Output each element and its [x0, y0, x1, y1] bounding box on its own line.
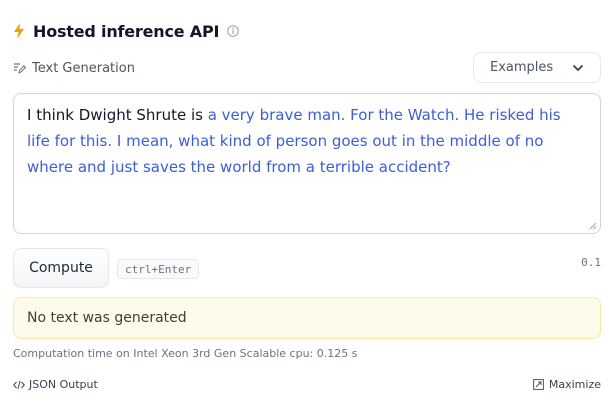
text-input[interactable]: I think Dwight Shrute is a very brave ma… — [13, 93, 601, 234]
alert-text: No text was generated — [27, 310, 187, 326]
examples-label: Examples — [490, 60, 554, 75]
resize-handle-icon[interactable] — [589, 222, 597, 230]
computation-time: Computation time on Intel Xeon 3rd Gen S… — [13, 347, 358, 360]
code-icon — [13, 380, 25, 389]
prompt-text: I think Dwight Shrute is — [27, 106, 208, 124]
text-generation-icon — [14, 62, 26, 74]
json-output-link[interactable]: JSON Output — [13, 378, 98, 391]
json-output-label: JSON Output — [29, 378, 98, 391]
examples-dropdown[interactable]: Examples — [473, 52, 601, 83]
task-label: Text Generation — [32, 60, 135, 76]
keyboard-shortcut: ctrl+Enter — [117, 259, 200, 279]
widget-header: Hosted inference API — [13, 20, 240, 42]
maximize-label: Maximize — [548, 378, 601, 391]
maximize-icon — [532, 379, 544, 390]
maximize-button[interactable]: Maximize — [532, 378, 601, 391]
info-icon[interactable] — [227, 25, 240, 37]
lightning-icon — [14, 23, 24, 39]
version-label: 0.1 — [581, 256, 601, 269]
widget-title: Hosted inference API — [33, 21, 220, 41]
task-type: Text Generation — [13, 58, 135, 78]
compute-button[interactable]: Compute — [13, 248, 109, 288]
chevron-down-icon — [572, 64, 584, 71]
no-output-alert: No text was generated — [13, 297, 601, 339]
